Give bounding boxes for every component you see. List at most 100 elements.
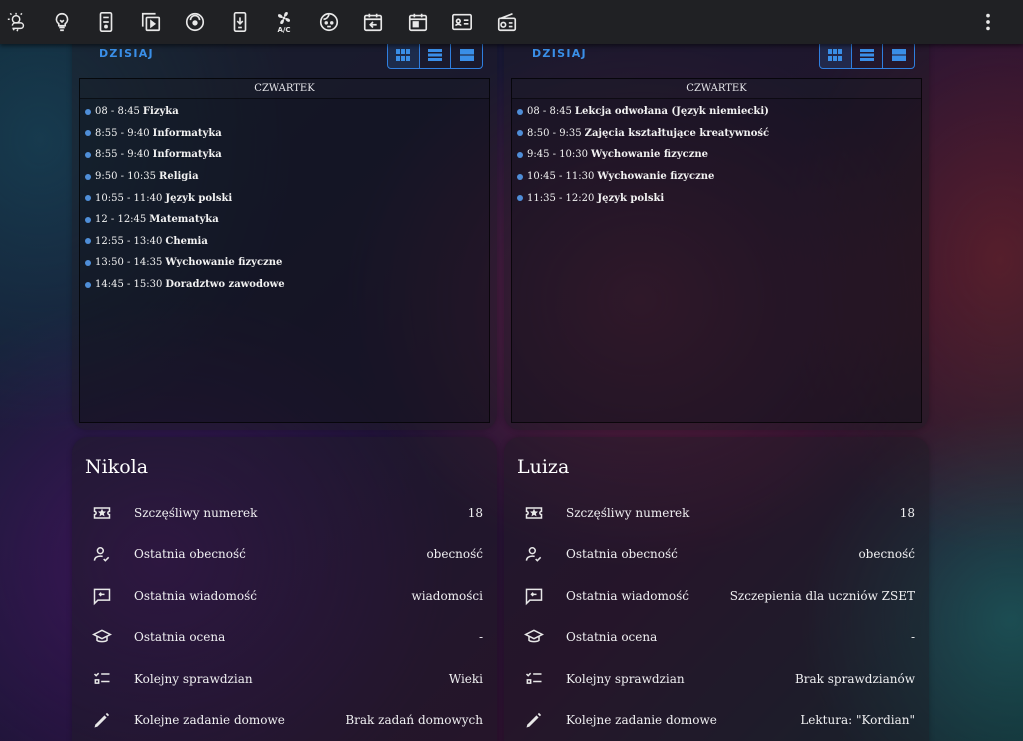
account-check-icon <box>92 544 112 564</box>
dots-vertical-icon[interactable] <box>976 10 1000 34</box>
info-value: Lektura: "Kordian" <box>800 713 915 727</box>
info-value: wiadomości <box>411 588 484 603</box>
lesson-subject: Informatyka <box>152 149 222 161</box>
info-value: obecność <box>426 547 483 561</box>
info-row-kolejne-zadanie-domowe[interactable]: Kolejne zadanie domowe Brak zadań domowyc… <box>86 700 483 741</box>
info-label: Kolejne zadanie domowe <box>566 713 717 727</box>
pen-icon <box>92 710 112 730</box>
lesson-item: 9:45 - 10:30 Wychowanie fizyczne <box>512 144 921 166</box>
view-stream-icon <box>459 49 474 61</box>
info-value: - <box>910 630 915 644</box>
info-row-kolejny-sprawdzian[interactable]: Kolejny sprawdzian Brak sprawdzianów <box>518 658 915 699</box>
checklist-icon <box>92 669 112 689</box>
view-module-icon <box>828 49 843 61</box>
lesson-subject: Wychowanie fizyczne <box>597 171 715 183</box>
info-value: Brak zadań domowych <box>345 713 483 727</box>
info-row-ostatnia-ocena[interactable]: Ostatnia ocena - <box>86 617 483 658</box>
media-playlist-icon[interactable] <box>139 10 163 34</box>
info-label: Szczęśliwy numerek <box>134 505 258 520</box>
lesson-time: 12 - 12:45 <box>95 214 147 226</box>
info-label: Kolejny sprawdzian <box>134 671 253 686</box>
lesson-dot-icon <box>85 259 91 266</box>
view-list-icon <box>428 49 442 61</box>
today-button[interactable]: DZISIAJ <box>99 47 154 60</box>
school-cap-icon <box>524 627 544 647</box>
lesson-subject: Informatyka <box>152 127 222 139</box>
lesson-dot-icon <box>517 130 523 137</box>
info-row-ostatnia-wiadomosc[interactable]: Ostatnia wiadomość Szczepienia dla ucznió… <box>518 575 915 616</box>
view-list-icon <box>860 49 874 61</box>
radio-icon[interactable] <box>495 10 519 34</box>
robot-vacuum-icon[interactable] <box>183 10 207 34</box>
lesson-subject: Religia <box>159 171 199 183</box>
info-label: Kolejne zadanie domowe <box>134 713 285 727</box>
info-row-ostatnia-ocena[interactable]: Ostatnia ocena - <box>518 617 915 658</box>
lesson-item: 08 - 8:45 Lekcja odwołana (Język niemieck… <box>512 101 921 123</box>
ticket-icon <box>524 503 544 523</box>
tv-remote-icon[interactable] <box>94 10 118 34</box>
info-label: Ostatnia ocena <box>566 630 658 644</box>
info-row-ostatnia-wiadomosc[interactable]: Ostatnia wiadomość wiadomości <box>86 575 483 616</box>
lesson-subject: Lekcja odwołana (Język niemiecki) <box>574 106 769 118</box>
list-view-button[interactable] <box>420 42 452 68</box>
lesson-item: 11:35 - 12:20 Język polski <box>512 187 921 209</box>
top-toolbar: A/C <box>0 0 1023 44</box>
grid-view-button[interactable] <box>388 42 420 68</box>
lesson-list: 08 - 8:45 Fizyka 8:55 - 9:40 Informatyka 8:5… <box>80 99 489 295</box>
info-label: Ostatnia obecność <box>566 547 678 561</box>
phone-download-icon[interactable] <box>228 10 252 34</box>
lesson-dot-icon <box>85 173 91 180</box>
calendar-arrow-icon[interactable] <box>361 10 385 34</box>
lesson-item: 08 - 8:45 Fizyka <box>80 101 489 123</box>
ac-label: A/C <box>277 26 291 34</box>
school-cap-icon <box>92 627 112 647</box>
lesson-time: 08 - 8:45 <box>527 106 572 118</box>
lesson-time: 10:45 - 11:30 <box>527 171 595 183</box>
message-arrow-icon <box>524 586 544 606</box>
lesson-subject: Język polski <box>597 192 665 204</box>
lesson-time: 08 - 8:45 <box>95 106 140 118</box>
today-button[interactable]: DZISIAJ <box>532 47 587 60</box>
message-arrow-icon <box>92 586 112 606</box>
calendar-today-icon[interactable] <box>406 10 430 34</box>
lesson-item: 8:50 - 9:35 Zajęcia kształtujące kreatywn… <box>512 123 921 145</box>
lesson-subject: Wychowanie fizyczne <box>591 149 709 161</box>
lesson-subject: Zajęcia kształtujące kreatywność <box>584 127 770 139</box>
view-stream-icon <box>891 49 906 61</box>
info-row-kolejne-zadanie-domowe[interactable]: Kolejne zadanie domowe Lektura: "Kordian" <box>518 700 915 741</box>
lesson-time: 13:50 - 14:35 <box>95 257 163 269</box>
lesson-subject: Doradztwo zawodowe <box>165 279 285 291</box>
info-row-ostatnia-obecnosc[interactable]: Ostatnia obecność obecność <box>86 534 483 575</box>
list-view-button[interactable] <box>852 42 884 68</box>
lesson-list: 08 - 8:45 Lekcja odwołana (Język niemieck… <box>512 99 921 209</box>
account-check-icon <box>524 544 544 564</box>
stream-view-button[interactable] <box>883 42 914 68</box>
lesson-subject: Chemia <box>165 235 208 247</box>
info-value: 18 <box>467 505 483 520</box>
lesson-item: 12:55 - 13:40 Chemia <box>80 231 489 253</box>
lesson-time: 8:50 - 9:35 <box>527 127 582 139</box>
day-header: CZWARTEK <box>80 79 489 99</box>
lesson-dot-icon <box>85 130 91 137</box>
lesson-time: 9:45 - 10:30 <box>527 149 589 161</box>
day-header: CZWARTEK <box>512 79 921 99</box>
view-module-icon <box>396 49 411 61</box>
info-row-szczesliwy-numerek[interactable]: Szczęśliwy numerek 18 <box>518 492 915 533</box>
lightbulb-icon[interactable] <box>50 10 74 34</box>
grid-view-button[interactable] <box>820 42 852 68</box>
info-row-kolejny-sprawdzian[interactable]: Kolejny sprawdzian Wieki <box>86 658 483 699</box>
weather-icon[interactable] <box>5 10 29 34</box>
info-row-szczesliwy-numerek[interactable]: Szczęśliwy numerek 18 <box>86 492 483 533</box>
info-value: - <box>478 630 483 644</box>
air-conditioner-icon[interactable]: A/C <box>272 10 296 34</box>
baby-face-icon[interactable] <box>317 10 341 34</box>
lesson-dot-icon <box>85 108 91 115</box>
stream-view-button[interactable] <box>451 42 482 68</box>
id-card-icon[interactable] <box>450 10 474 34</box>
student-name: Nikola <box>85 456 149 478</box>
lesson-dot-icon <box>517 108 523 115</box>
info-row-ostatnia-obecnosc[interactable]: Ostatnia obecność obecność <box>518 534 915 575</box>
lesson-time: 11:35 - 12:20 <box>527 192 595 204</box>
lesson-dot-icon <box>85 216 91 223</box>
lesson-subject: Matematyka <box>149 214 219 226</box>
